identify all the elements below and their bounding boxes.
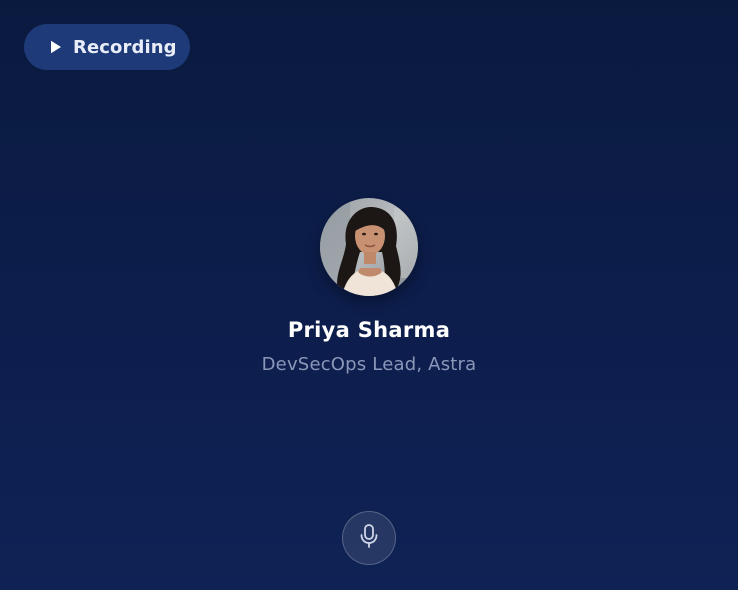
person-name: Priya Sharma: [287, 318, 451, 342]
recording-button[interactable]: Recording: [24, 24, 190, 70]
microphone-button[interactable]: [342, 511, 396, 565]
recording-label: Recording: [73, 36, 177, 58]
avatar-photo: [320, 198, 418, 296]
person-title: DevSecOps Lead, Astra: [261, 354, 477, 375]
profile-card: Priya Sharma DevSecOps Lead, Astra: [0, 198, 738, 375]
avatar: [320, 198, 418, 296]
microphone-icon: [358, 523, 380, 553]
play-icon: [49, 40, 63, 54]
